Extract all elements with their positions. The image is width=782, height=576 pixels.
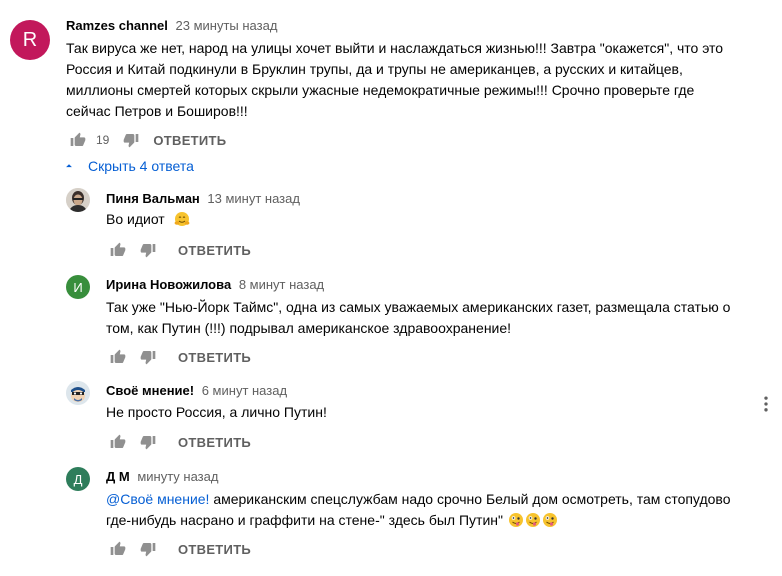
reply-header: Пиня Вальман 13 минут назад [106, 191, 300, 206]
reply-line-text: где-нибудь насрано и граффити на стене-"… [106, 512, 503, 528]
author-name[interactable]: Пиня Вальман [106, 191, 200, 206]
timestamp[interactable]: 13 минут назад [207, 191, 300, 206]
author-name[interactable]: Ramzes channel [66, 18, 168, 33]
like-button[interactable] [106, 430, 130, 454]
comment-actions: 19 ОТВЕТИТЬ [66, 128, 226, 152]
hide-replies-button[interactable]: Скрыть 4 ответа [62, 158, 194, 174]
reply-line: Так уже "Нью-Йорк Таймс", одна из самых … [106, 299, 731, 315]
reply-button[interactable]: ОТВЕТИТЬ [178, 542, 251, 557]
reply-header: Д М минуту назад [106, 469, 218, 484]
timestamp[interactable]: 6 минут назад [202, 383, 287, 398]
thumbs-down-icon [140, 436, 156, 450]
reply-text: Во идиот [106, 209, 190, 230]
crazy-face-emoji-icon [542, 513, 557, 527]
comment-line: Так вируса же нет, народ на улицы хочет … [66, 40, 724, 56]
reply-button[interactable]: ОТВЕТИТЬ [178, 350, 251, 365]
thumbs-up-icon [110, 434, 126, 448]
author-name[interactable]: Д М [106, 469, 130, 484]
comment-menu-button[interactable] [754, 392, 778, 416]
thumbs-down-icon [140, 543, 156, 557]
reply-text-content: Не просто Россия, а лично Путин! [106, 404, 327, 420]
author-name[interactable]: Своё мнение! [106, 383, 194, 398]
reply-line-text: американским спецслужбам надо срочно Бел… [209, 491, 731, 507]
comment-line: сейчас Петров и Боширов!!! [66, 103, 248, 119]
comment-line: миллионы смертей которых скрыли ужасные … [66, 82, 695, 98]
reply: Своё мнение! 6 минут назад Не просто Рос… [0, 370, 782, 460]
reply-line: @Своё мнение! американским спецслужбам н… [106, 489, 731, 510]
reply-button[interactable]: ОТВЕТИТЬ [153, 133, 226, 148]
reply-actions: ОТВЕТИТЬ [106, 238, 251, 262]
dislike-button[interactable] [136, 537, 160, 561]
dislike-button[interactable] [119, 128, 143, 152]
thumbs-down-icon [124, 134, 139, 148]
chevron-up-icon [66, 164, 72, 168]
reply: Д Д М минуту назад @Своё мнение! америка… [0, 455, 782, 576]
reply-text: @Своё мнение! американским спецслужбам н… [106, 489, 731, 531]
crazy-face-emoji-icon [508, 513, 523, 527]
reply-actions: ОТВЕТИТЬ [106, 345, 251, 369]
like-button[interactable] [66, 128, 90, 152]
reply-actions: ОТВЕТИТЬ [106, 430, 251, 454]
reply-text-content: Во идиот [106, 211, 165, 227]
reply-text: Так уже "Нью-Йорк Таймс", одна из самых … [106, 297, 730, 339]
comment-text: Так вируса же нет, народ на улицы хочет … [66, 38, 723, 122]
like-button[interactable] [106, 345, 130, 369]
user-mention-link[interactable]: @Своё мнение! [106, 491, 209, 507]
dislike-button[interactable] [136, 238, 160, 262]
reply: Пиня Вальман 13 минут назад Во идиот ОТВ… [0, 180, 782, 265]
comment-header: Ramzes channel 23 минуты назад [66, 18, 277, 33]
like-button[interactable] [106, 238, 130, 262]
comment-line: Россия и Китай подкинули в Бруклин трупы… [66, 61, 683, 77]
hugging-face-emoji-icon [174, 212, 190, 226]
like-count: 19 [96, 133, 110, 147]
avatar[interactable]: Д [66, 467, 90, 491]
thumbs-down-icon [140, 244, 156, 258]
crazy-face-emoji-icon [525, 513, 540, 527]
reply-header: Своё мнение! 6 минут назад [106, 383, 287, 398]
thumbs-down-icon [140, 351, 156, 365]
thumbs-up-icon [110, 242, 126, 256]
comment-thread: R Ramzes channel 23 минуты назад Так вир… [0, 0, 782, 150]
reply-button[interactable]: ОТВЕТИТЬ [178, 435, 251, 450]
hide-replies-label: Скрыть 4 ответа [88, 158, 194, 174]
reply-line: том, как Путин (!!!) подрывал американск… [106, 320, 512, 336]
user-photo-icon [66, 188, 90, 212]
timestamp[interactable]: 23 минуты назад [176, 18, 278, 33]
reply-line: где-нибудь насрано и граффити на стене-"… [106, 510, 731, 531]
thumbs-up-icon [70, 132, 86, 146]
reply: И Ирина Новожилова 8 минут назад Так уже… [0, 265, 782, 375]
avatar[interactable] [66, 381, 90, 405]
author-name[interactable]: Ирина Новожилова [106, 277, 231, 292]
reply-actions: ОТВЕТИТЬ [106, 537, 251, 561]
more-vert-icon [764, 396, 768, 412]
avatar[interactable]: R [10, 20, 50, 60]
reply-header: Ирина Новожилова 8 минут назад [106, 277, 324, 292]
avatar[interactable]: И [66, 275, 90, 299]
avatar[interactable] [66, 188, 90, 212]
timestamp[interactable]: минуту назад [137, 469, 218, 484]
dislike-button[interactable] [136, 345, 160, 369]
timestamp[interactable]: 8 минут назад [239, 277, 324, 292]
reply-button[interactable]: ОТВЕТИТЬ [178, 243, 251, 258]
masked-face-icon [66, 381, 90, 405]
like-button[interactable] [106, 537, 130, 561]
thumbs-up-icon [110, 349, 126, 363]
dislike-button[interactable] [136, 430, 160, 454]
thumbs-up-icon [110, 541, 126, 555]
reply-text: Не просто Россия, а лично Путин! [106, 402, 327, 423]
